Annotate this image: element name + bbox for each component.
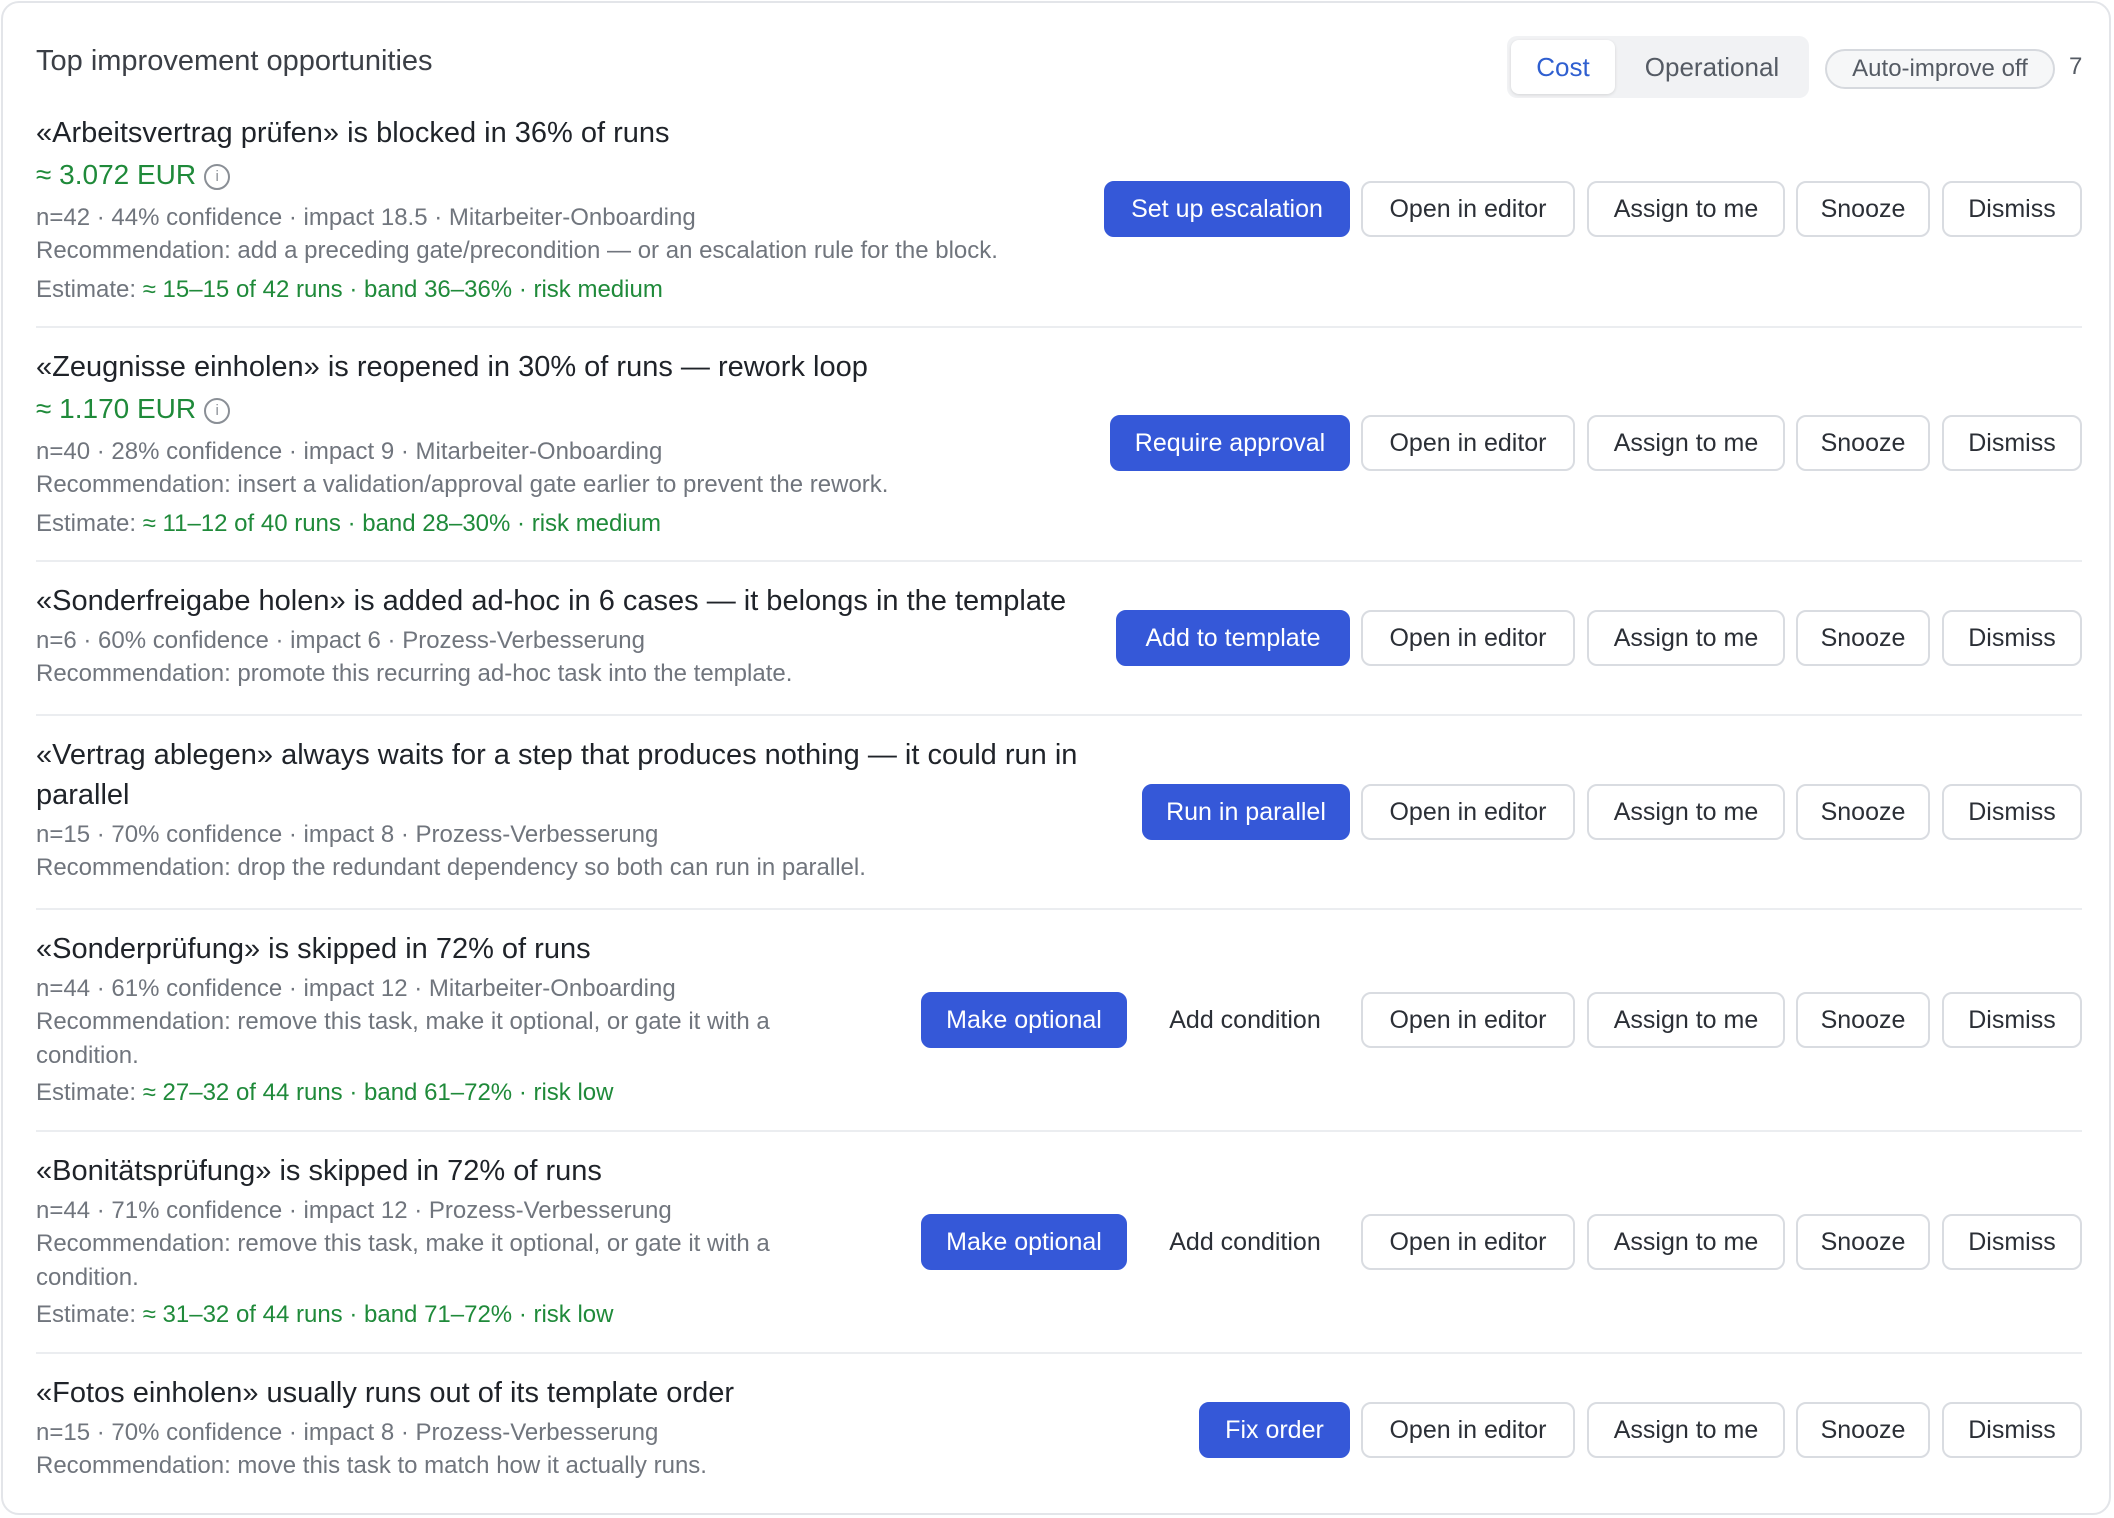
snooze-button[interactable]: Snooze <box>1796 610 1930 666</box>
opportunities-card: Top improvement opportunities Cost Opera… <box>1 1 2111 1515</box>
snooze-button[interactable]: Snooze <box>1796 415 1930 471</box>
opportunity-meta: n=15 · 70% confidence · impact 8 · Proze… <box>36 821 659 848</box>
tab-cost[interactable]: Cost <box>1511 40 1615 94</box>
cost-estimate: ≈ 1.170 EUR i <box>36 393 231 425</box>
opportunity-title: «Sonderfreigabe holen» is added ad-hoc i… <box>36 585 1067 617</box>
add-condition-button[interactable]: Add condition <box>1147 992 1343 1048</box>
cost-estimate: ≈ 3.072 EUR i <box>36 159 231 191</box>
dismiss-button[interactable]: Dismiss <box>1942 415 2082 471</box>
cost-value: ≈ 3.072 EUR <box>36 159 197 190</box>
add-condition-button[interactable]: Add condition <box>1147 1214 1343 1270</box>
divider <box>36 560 2082 562</box>
opportunity-title: «Arbeitsvertrag prüfen» is blocked in 36… <box>36 117 670 149</box>
divider <box>36 714 2082 716</box>
estimate-value: ≈ 11–12 of 40 runs · band 28–30% · risk … <box>142 510 662 537</box>
tab-operational[interactable]: Operational <box>1619 40 1805 94</box>
info-icon[interactable]: i <box>204 164 231 190</box>
divider <box>36 1352 2082 1354</box>
open-in-editor-button[interactable]: Open in editor <box>1361 1402 1575 1458</box>
snooze-button[interactable]: Snooze <box>1796 181 1930 237</box>
view-toggle: Cost Operational <box>1507 36 1809 98</box>
open-in-editor-button[interactable]: Open in editor <box>1361 610 1575 666</box>
estimate-label: Estimate: <box>36 510 143 537</box>
opportunity-estimate: Estimate: ≈ 15–15 of 42 runs · band 36–3… <box>36 276 663 304</box>
estimate-label: Estimate: <box>36 1301 143 1328</box>
opportunity-meta: n=42 · 44% confidence · impact 18.5 · Mi… <box>36 204 696 231</box>
info-icon[interactable]: i <box>204 398 231 424</box>
opportunity-meta: n=40 · 28% confidence · impact 9 · Mitar… <box>36 438 663 465</box>
divider <box>36 326 2082 328</box>
opportunity-title: «Bonitätsprüfung» is skipped in 72% of r… <box>36 1155 602 1187</box>
assign-to-me-button[interactable]: Assign to me <box>1587 1214 1785 1270</box>
opportunity-count: 7 <box>2069 53 2083 80</box>
snooze-button[interactable]: Snooze <box>1796 784 1930 840</box>
estimate-label: Estimate: <box>36 276 143 303</box>
open-in-editor-button[interactable]: Open in editor <box>1361 992 1575 1048</box>
card-title: Top improvement opportunities <box>36 45 433 77</box>
estimate-value: ≈ 27–32 of 44 runs · band 61–72% · risk … <box>142 1079 614 1106</box>
dismiss-button[interactable]: Dismiss <box>1942 181 2082 237</box>
add-to-template-button[interactable]: Add to template <box>1116 610 1350 666</box>
opportunity-meta: n=15 · 70% confidence · impact 8 · Proze… <box>36 1419 659 1446</box>
opportunity-estimate: Estimate: ≈ 11–12 of 40 runs · band 28–3… <box>36 510 661 538</box>
snooze-button[interactable]: Snooze <box>1796 1214 1930 1270</box>
make-optional-button[interactable]: Make optional <box>921 992 1127 1048</box>
opportunity-recommendation: Recommendation: remove this task, make i… <box>36 1008 770 1069</box>
opportunity-recommendation: Recommendation: add a preceding gate/pre… <box>36 237 998 264</box>
dismiss-button[interactable]: Dismiss <box>1942 1402 2082 1458</box>
opportunity-title: «Fotos einholen» usually runs out of its… <box>36 1377 735 1409</box>
opportunity-recommendation: Recommendation: promote this recurring a… <box>36 660 793 687</box>
opportunity-meta: n=6 · 60% confidence · impact 6 · Prozes… <box>36 627 645 654</box>
dismiss-button[interactable]: Dismiss <box>1942 1214 2082 1270</box>
assign-to-me-button[interactable]: Assign to me <box>1587 992 1785 1048</box>
open-in-editor-button[interactable]: Open in editor <box>1361 1214 1575 1270</box>
set-up-escalation-button[interactable]: Set up escalation <box>1104 181 1350 237</box>
opportunity-recommendation: Recommendation: remove this task, make i… <box>36 1230 770 1291</box>
fix-order-button[interactable]: Fix order <box>1199 1402 1350 1458</box>
assign-to-me-button[interactable]: Assign to me <box>1587 610 1785 666</box>
opportunity-recommendation: Recommendation: insert a validation/appr… <box>36 471 889 498</box>
opportunity-estimate: Estimate: ≈ 31–32 of 44 runs · band 71–7… <box>36 1301 613 1329</box>
opportunity-estimate: Estimate: ≈ 27–32 of 44 runs · band 61–7… <box>36 1079 613 1107</box>
open-in-editor-button[interactable]: Open in editor <box>1361 784 1575 840</box>
dismiss-button[interactable]: Dismiss <box>1942 992 2082 1048</box>
open-in-editor-button[interactable]: Open in editor <box>1361 415 1575 471</box>
snooze-button[interactable]: Snooze <box>1796 1402 1930 1458</box>
run-in-parallel-button[interactable]: Run in parallel <box>1142 784 1350 840</box>
estimate-label: Estimate: <box>36 1079 143 1106</box>
assign-to-me-button[interactable]: Assign to me <box>1587 415 1785 471</box>
assign-to-me-button[interactable]: Assign to me <box>1587 1402 1785 1458</box>
opportunity-meta: n=44 · 61% confidence · impact 12 · Mita… <box>36 975 676 1002</box>
assign-to-me-button[interactable]: Assign to me <box>1587 784 1785 840</box>
open-in-editor-button[interactable]: Open in editor <box>1361 181 1575 237</box>
card-header: Top improvement opportunities Cost Opera… <box>3 3 2109 109</box>
snooze-button[interactable]: Snooze <box>1796 992 1930 1048</box>
opportunity-meta: n=44 · 71% confidence · impact 12 · Proz… <box>36 1197 672 1224</box>
opportunity-title: «Sonderprüfung» is skipped in 72% of run… <box>36 933 591 965</box>
assign-to-me-button[interactable]: Assign to me <box>1587 181 1785 237</box>
require-approval-button[interactable]: Require approval <box>1110 415 1350 471</box>
opportunity-recommendation: Recommendation: move this task to match … <box>36 1452 707 1479</box>
divider <box>36 1130 2082 1132</box>
cost-value: ≈ 1.170 EUR <box>36 393 197 424</box>
dismiss-button[interactable]: Dismiss <box>1942 610 2082 666</box>
estimate-value: ≈ 31–32 of 44 runs · band 71–72% · risk … <box>142 1301 614 1328</box>
auto-improve-toggle[interactable]: Auto-improve off <box>1825 49 2055 89</box>
dismiss-button[interactable]: Dismiss <box>1942 784 2082 840</box>
opportunity-title: «Vertrag ablegen» always waits for a ste… <box>36 739 1078 811</box>
opportunity-recommendation: Recommendation: drop the redundant depen… <box>36 854 866 881</box>
make-optional-button[interactable]: Make optional <box>921 1214 1127 1270</box>
divider <box>36 908 2082 910</box>
opportunity-title: «Zeugnisse einholen» is reopened in 30% … <box>36 351 868 383</box>
estimate-value: ≈ 15–15 of 42 runs · band 36–36% · risk … <box>142 276 663 303</box>
